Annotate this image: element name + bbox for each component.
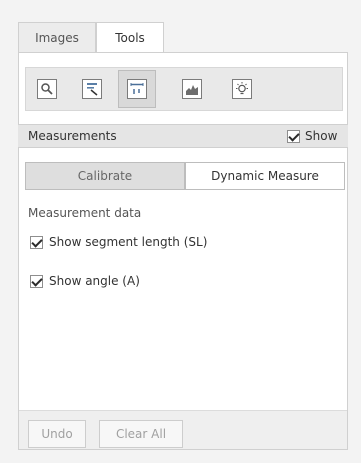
- tab-images[interactable]: Images: [18, 22, 96, 52]
- histogram-icon: [182, 79, 202, 99]
- tab-tools[interactable]: Tools: [96, 22, 164, 52]
- dynamic-measure-label: Dynamic Measure: [211, 169, 319, 183]
- measure-ruler-icon: [127, 79, 147, 99]
- show-segment-length-label: Show segment length (SL): [49, 235, 208, 249]
- measurements-title: Measurements: [28, 129, 117, 143]
- show-toggle[interactable]: Show: [287, 129, 337, 143]
- calibrate-label: Calibrate: [77, 169, 133, 183]
- measure-tool-button[interactable]: [118, 70, 156, 108]
- dynamic-measure-tab[interactable]: Dynamic Measure: [185, 162, 345, 190]
- histogram-tool-button[interactable]: [173, 70, 211, 108]
- show-label: Show: [305, 129, 338, 143]
- lightbulb-icon: [232, 79, 252, 99]
- tab-label: Tools: [115, 30, 145, 45]
- calibrate-tab[interactable]: Calibrate: [25, 162, 185, 190]
- show-segment-length-option[interactable]: Show segment length (SL): [30, 235, 207, 249]
- show-angle-checkbox[interactable]: [30, 274, 43, 288]
- zoom-magnifier-icon: [37, 79, 57, 99]
- annotation-icon: [82, 79, 102, 99]
- tools-panel: [18, 52, 348, 450]
- measurement-data-heading: Measurement data: [28, 206, 142, 220]
- zoom-tool-button[interactable]: [28, 70, 66, 108]
- clear-all-button[interactable]: Clear All: [99, 420, 183, 448]
- show-angle-label: Show angle (A): [49, 274, 140, 288]
- tab-label: Images: [35, 30, 79, 45]
- undo-button[interactable]: Undo: [28, 420, 86, 448]
- clear-all-label: Clear All: [115, 427, 167, 441]
- show-checkbox[interactable]: [287, 129, 300, 143]
- show-angle-option[interactable]: Show angle (A): [30, 274, 140, 288]
- annotation-tool-button[interactable]: [73, 70, 111, 108]
- light-tool-button[interactable]: [223, 70, 261, 108]
- undo-label: Undo: [41, 427, 73, 441]
- show-segment-length-checkbox[interactable]: [30, 235, 43, 249]
